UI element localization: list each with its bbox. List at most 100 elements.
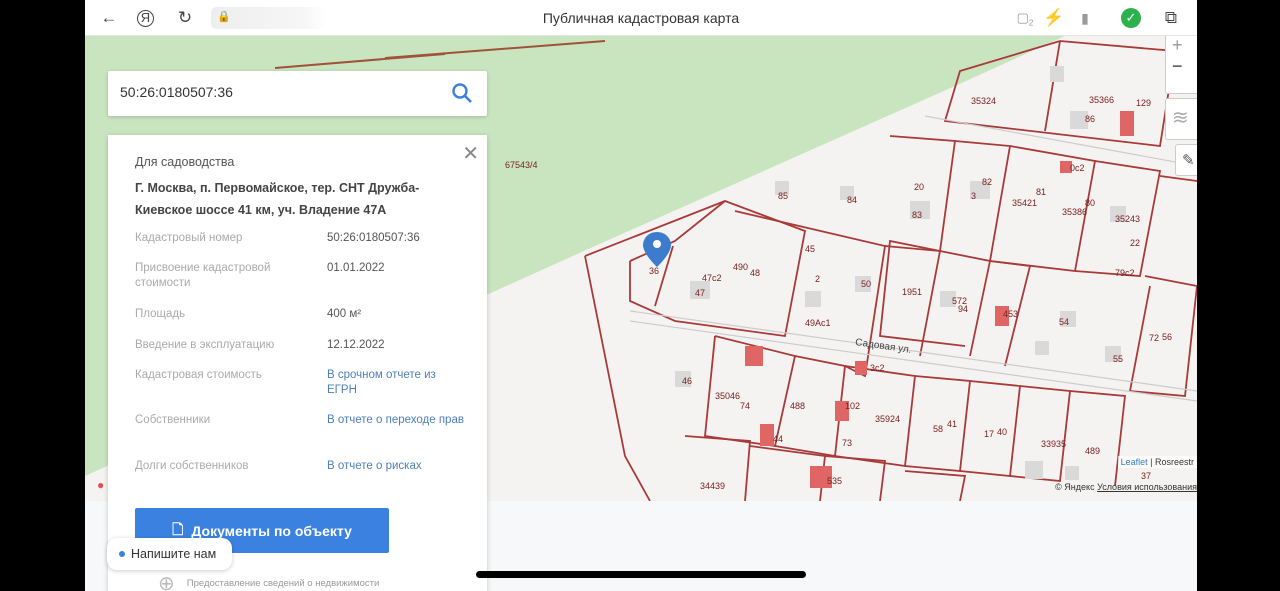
parcel-label[interactable]: 453	[1003, 309, 1018, 319]
chat-dot-icon	[119, 551, 125, 557]
parcel-label[interactable]: 34439	[700, 481, 725, 491]
parcel-label[interactable]: 56	[1162, 332, 1172, 342]
parcel-label[interactable]: 20	[914, 182, 924, 192]
parcel-label[interactable]: 0c2	[1070, 163, 1085, 173]
parcel-label[interactable]: 86	[1085, 114, 1095, 124]
search-icon[interactable]	[451, 82, 473, 104]
object-info-panel: ✕ Для садоводства Г. Москва, п. Первомай…	[108, 135, 487, 591]
parcel-label[interactable]: 74	[740, 401, 750, 411]
parcel-label[interactable]: 94	[958, 304, 968, 314]
parcel-label[interactable]: 35924	[875, 414, 900, 424]
map-attribution: Leaflet | Rosreestr	[1117, 456, 1197, 468]
info-value: 12.12.2022	[327, 339, 385, 351]
parcel-label[interactable]: 47c2	[702, 273, 722, 283]
info-key: Присвоение кадастровой стоимости	[135, 262, 271, 289]
parcel-label[interactable]: 73	[842, 438, 852, 448]
info-link[interactable]: В отчете о переходе прав	[327, 413, 467, 428]
parcel-label[interactable]: 85	[778, 191, 788, 201]
parcel-label[interactable]: 84	[847, 195, 857, 205]
no-tracking-icon[interactable]: ⚡	[1043, 8, 1064, 28]
parcel-label[interactable]: 3c2	[870, 363, 885, 373]
parcel-label[interactable]: 102	[845, 401, 860, 411]
parcel-label[interactable]: 35421	[1012, 198, 1037, 208]
parcel-label[interactable]: 33935	[1041, 439, 1066, 449]
parcel-label[interactable]: 54	[1059, 317, 1069, 327]
parcel-label[interactable]: 37	[1141, 471, 1151, 481]
parcel-label[interactable]: 49Ac1	[805, 318, 831, 328]
parcel-label[interactable]: 488	[790, 401, 805, 411]
info-link[interactable]: В срочном отчете из ЕГРН	[327, 368, 467, 398]
chat-button[interactable]: Напишите нам	[107, 538, 232, 570]
parcel-label[interactable]: 46	[682, 376, 692, 386]
info-key: Площадь	[135, 308, 186, 320]
parcel-label[interactable]: 489	[1085, 446, 1100, 456]
parcel-label[interactable]: 72	[1149, 333, 1159, 343]
parcel-label[interactable]: 35243	[1115, 214, 1140, 224]
parcel-label[interactable]: 35386	[1062, 207, 1087, 217]
info-value: 400 м²	[327, 308, 362, 320]
zoom-out-button[interactable]: −	[1166, 56, 1197, 77]
parcel-label[interactable]: 81	[1036, 187, 1046, 197]
info-key: Кадастровая стоимость	[135, 369, 262, 381]
terms-link[interactable]: Условия использования	[1097, 482, 1197, 492]
bookmark-icon[interactable]: ▮	[1075, 10, 1095, 27]
globe-icon: ⊕	[158, 573, 175, 591]
land-purpose: Для садоводства	[135, 155, 235, 169]
panel-footer: ⊕ Предоставление сведений о недвижимости	[158, 571, 379, 591]
yandex-attribution: © Яндекс Условия использования	[1055, 482, 1197, 492]
parcel-label[interactable]: 3	[971, 191, 976, 201]
parcel-label[interactable]: 44	[773, 434, 783, 444]
parcel-label[interactable]: 1951	[902, 287, 922, 297]
cadastral-search-input[interactable]	[120, 84, 440, 100]
parcel-label[interactable]: 58	[933, 424, 943, 434]
parcel-label[interactable]: 50	[861, 279, 871, 289]
location-pin-icon[interactable]: ●	[97, 478, 104, 492]
parcel-label[interactable]: 48	[750, 268, 760, 278]
parcel-label[interactable]: 79c2	[1115, 268, 1135, 278]
close-icon[interactable]: ✕	[462, 141, 479, 166]
info-key: Долги собственников	[135, 460, 249, 472]
documents-button-label: Документы по объекту	[191, 522, 352, 539]
info-key: Собственники	[135, 414, 211, 426]
parcel-label[interactable]: 40	[997, 427, 1007, 437]
browser-window: ← Я ↻ 🔒 Публичная кадастровая карта ▢2 ⚡…	[85, 0, 1197, 591]
parcel-label[interactable]: 2	[815, 274, 820, 284]
parcel-label[interactable]: 35366	[1089, 95, 1114, 105]
info-key: Введение в эксплуатацию	[135, 339, 275, 351]
zoom-control[interactable]: + −	[1165, 36, 1197, 94]
parcel-label[interactable]: 83	[912, 210, 922, 220]
parcel-label[interactable]: 67543/4	[505, 160, 538, 170]
parcel-label[interactable]: 82	[982, 177, 992, 187]
parcel-label[interactable]: 35324	[971, 96, 996, 106]
parcel-label[interactable]: 35046	[715, 391, 740, 401]
info-key: Кадастровый номер	[135, 232, 243, 244]
search-box	[108, 71, 487, 116]
info-value: 01.01.2022	[327, 262, 385, 274]
protect-check-icon[interactable]: ✓	[1121, 8, 1141, 28]
browser-toolbar: ← Я ↻ 🔒 Публичная кадастровая карта ▢2 ⚡…	[85, 0, 1197, 36]
info-link[interactable]: В отчете о рисках	[327, 459, 467, 474]
parcel-label[interactable]: 22	[1130, 238, 1140, 248]
leaflet-link[interactable]: Leaflet	[1121, 457, 1148, 467]
object-address: Г. Москва, п. Первомайское, тер. СНТ Дру…	[135, 181, 420, 217]
parcel-label[interactable]: 36	[649, 266, 659, 276]
parcel-label[interactable]: 129	[1136, 98, 1151, 108]
layers-button[interactable]: ≋	[1165, 98, 1197, 140]
parcel-label[interactable]: 17	[984, 429, 994, 439]
footer-text: Предоставление сведений о недвижимости	[186, 578, 380, 589]
zoom-in-button[interactable]: +	[1166, 36, 1197, 56]
selected-marker-icon	[643, 232, 671, 267]
ruler-button[interactable]: ✎	[1175, 144, 1197, 176]
parcel-label[interactable]: 490	[733, 262, 748, 272]
parcel-label[interactable]: 80	[1085, 198, 1095, 208]
parcel-label[interactable]: 45	[805, 244, 815, 254]
extensions-icon[interactable]: ⧉	[1161, 8, 1181, 28]
chat-label: Напишите нам	[131, 547, 217, 561]
parcel-label[interactable]: 535	[827, 476, 842, 486]
parcel-label[interactable]: 47	[695, 288, 705, 298]
home-indicator	[476, 571, 806, 578]
parcel-label[interactable]: 55	[1113, 354, 1123, 364]
yandex-copyright: © Яндекс	[1055, 482, 1095, 492]
parcel-label[interactable]: 41	[947, 419, 957, 429]
tabs-icon[interactable]: ▢2	[1015, 10, 1035, 28]
